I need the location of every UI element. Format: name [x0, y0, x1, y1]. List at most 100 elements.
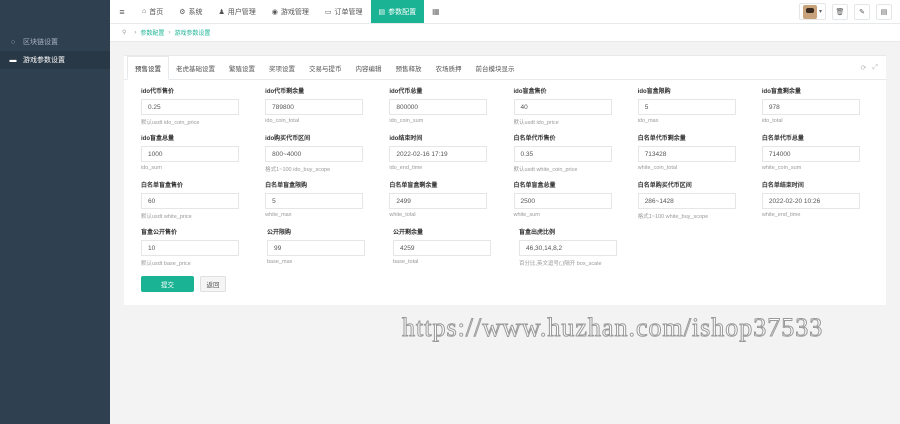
watermark-text: https://www.huzhan.com/ishop37533	[401, 313, 824, 343]
field-label: 白名单购买代币区间	[637, 183, 692, 189]
field-input[interactable]: 714000	[761, 146, 860, 162]
field-help-text: 默认usdt white_coin_price	[513, 167, 578, 173]
field-help-text: 默认usdt ido_coin_price	[141, 120, 200, 126]
back-button[interactable]: 返回	[200, 276, 226, 292]
tab-tools: ⟳ ⤢	[861, 56, 886, 79]
tab-5[interactable]: 内容编辑	[349, 56, 389, 79]
field-input[interactable]: 2022-02-20 10:26	[761, 193, 860, 209]
avatar	[802, 4, 817, 19]
field-help-text: white_total	[389, 212, 416, 218]
sidebar-item-label: 区块链设置	[23, 39, 58, 46]
submit-button[interactable]: 提交	[141, 276, 194, 292]
breadcrumb-separator: ›	[168, 29, 171, 36]
field-input[interactable]: 5	[637, 99, 736, 115]
field-help-text: ido_coin_sum	[389, 118, 424, 124]
field-label: ido盲盒售价	[513, 89, 547, 95]
form-field: ido代币总量 800000 ido_coin_sum	[389, 88, 513, 135]
circle-icon: ○	[10, 38, 16, 46]
field-input[interactable]: 60	[141, 193, 239, 209]
form-field: 白名单盲盒售价 60 默认usdt white_price	[141, 182, 265, 229]
field-input[interactable]: 789800	[265, 99, 364, 115]
sidebar-header	[0, 0, 110, 24]
field-input[interactable]: 2500	[513, 193, 612, 209]
field-input[interactable]: 99	[267, 240, 365, 256]
gear-icon: ⚙	[179, 8, 186, 16]
hdd-icon: ▬	[9, 56, 17, 64]
nav-item-3[interactable]: ◉ 游戏管理	[264, 0, 317, 23]
form-field: ido盲盒限购 5 ido_max	[637, 88, 762, 135]
field-help-text: base_max	[267, 259, 293, 265]
field-input[interactable]: 1000	[141, 146, 239, 162]
menu-toggle-icon[interactable]: ≡	[110, 0, 134, 23]
form-field: 白名单购买代币区间 286~1428 格式1~100 white_buy_scope	[637, 182, 762, 229]
field-label: 公开限购	[267, 230, 292, 236]
form-row: 盲盒公开售价 10 默认usdt base_price 公开限购 99 base_max 公…	[141, 229, 886, 276]
field-input[interactable]: 978	[761, 99, 860, 115]
breadcrumb-separator: ›	[134, 29, 137, 36]
field-input[interactable]: 800000	[389, 99, 488, 115]
field-input[interactable]: 286~1428	[637, 193, 736, 209]
breadcrumb-item-game-params[interactable]: 游戏参数设置	[174, 28, 210, 37]
field-label: 盲盒出虎比例	[519, 230, 556, 236]
tab-6[interactable]: 预售释放	[389, 56, 429, 79]
field-help-text: white_sum	[513, 212, 540, 218]
refresh-icon[interactable]: ⟳	[861, 64, 867, 72]
breadcrumb-item-config[interactable]: 参数配置	[140, 28, 164, 37]
top-right-tools: ▾ 🗑 ✎ ▤	[798, 0, 900, 23]
field-input[interactable]: 2022-02-16 17:19	[389, 146, 488, 162]
form-row: 白名单盲盒售价 60 默认usdt white_price 白名单盲盒限购 5 white…	[141, 182, 886, 229]
field-input[interactable]: 4259	[393, 240, 491, 256]
trash-icon[interactable]: 🗑	[832, 3, 848, 20]
field-label: 白名单代币剩余量	[637, 136, 686, 142]
layout-icon[interactable]: ▤	[876, 3, 892, 20]
grid-icon[interactable]: ▦	[424, 0, 448, 23]
user-menu[interactable]: ▾	[798, 3, 826, 20]
field-help-text: white_end_time	[761, 212, 801, 218]
field-help-text: 默认usdt white_price	[141, 214, 192, 220]
tab-8[interactable]: 前台模块显示	[469, 56, 522, 79]
form-field: 盲盒出虎比例 46,30,14,8,2 百分比,英文逗号(,)隔开 box_scal…	[519, 229, 645, 276]
tab-0[interactable]: 预售设置	[127, 56, 169, 80]
field-input[interactable]: 800~4000	[265, 146, 364, 162]
form-row: ido盲盒总量 1000 ido_sum ido购买代币区间 800~4000 格式1~1…	[141, 135, 886, 182]
edit-icon[interactable]: ✎	[854, 3, 870, 20]
nav-item-2[interactable]: ♟ 用户管理	[211, 0, 264, 23]
tab-4[interactable]: 交易与提币	[302, 56, 349, 79]
form-field: 白名单盲盒总量 2500 white_sum	[513, 182, 638, 229]
field-input[interactable]: 2499	[389, 193, 488, 209]
field-help-text: base_total	[393, 259, 419, 265]
field-label: ido盲盒限购	[637, 89, 671, 95]
nav-item-1[interactable]: ⚙ 系统	[171, 0, 210, 23]
field-input[interactable]: 0.25	[141, 99, 239, 115]
sidebar-item-label: 游戏参数设置	[23, 57, 65, 64]
nav-item-4[interactable]: ▭ 订单管理	[317, 0, 371, 23]
form-field: ido盲盒剩余量 978 ido_total	[761, 88, 886, 135]
nav-item-label: 用户管理	[227, 8, 256, 16]
field-help-text: ido_total	[761, 118, 783, 124]
breadcrumb: ⚲ › 参数配置 › 游戏参数设置	[110, 24, 900, 42]
field-input[interactable]: 713428	[637, 146, 736, 162]
tab-3[interactable]: 奖项设置	[262, 56, 302, 79]
field-input[interactable]: 40	[513, 99, 612, 115]
form-field: 白名单代币售价 0.35 默认usdt white_coin_price	[513, 135, 638, 182]
sidebar-item-1[interactable]: ▬ 游戏参数设置	[0, 51, 110, 69]
form-field: ido盲盒总量 1000 ido_sum	[141, 135, 265, 182]
field-input[interactable]: 0.35	[513, 146, 612, 162]
field-label: 白名单结束时间	[761, 183, 804, 189]
tab-7[interactable]: 农场质押	[429, 56, 469, 79]
tab-1[interactable]: 老虎基础设置	[169, 56, 222, 79]
form-field: ido盲盒售价 40 默认usdt ido_price	[513, 88, 638, 135]
tab-2[interactable]: 繁殖设置	[222, 56, 262, 79]
field-help-text: ido_max	[637, 118, 659, 124]
sidebar-item-0[interactable]: ○ 区块链设置	[0, 33, 110, 51]
field-input[interactable]: 46,30,14,8,2	[519, 240, 617, 256]
field-input[interactable]: 10	[141, 240, 239, 256]
presale-form: ido代币售价 0.25 默认usdt ido_coin_price ido代币剩余量…	[124, 80, 886, 292]
nav-item-0[interactable]: ⌂ 首页	[134, 0, 171, 23]
field-help-text: 默认usdt ido_price	[513, 120, 559, 126]
form-field: 白名单盲盒剩余量 2499 white_total	[389, 182, 513, 229]
field-input[interactable]: 5	[265, 193, 364, 209]
nav-item-5[interactable]: ▤ 参数配置	[370, 0, 425, 23]
fullscreen-icon[interactable]: ⤢	[872, 64, 878, 72]
user-icon: ♟	[218, 8, 225, 16]
